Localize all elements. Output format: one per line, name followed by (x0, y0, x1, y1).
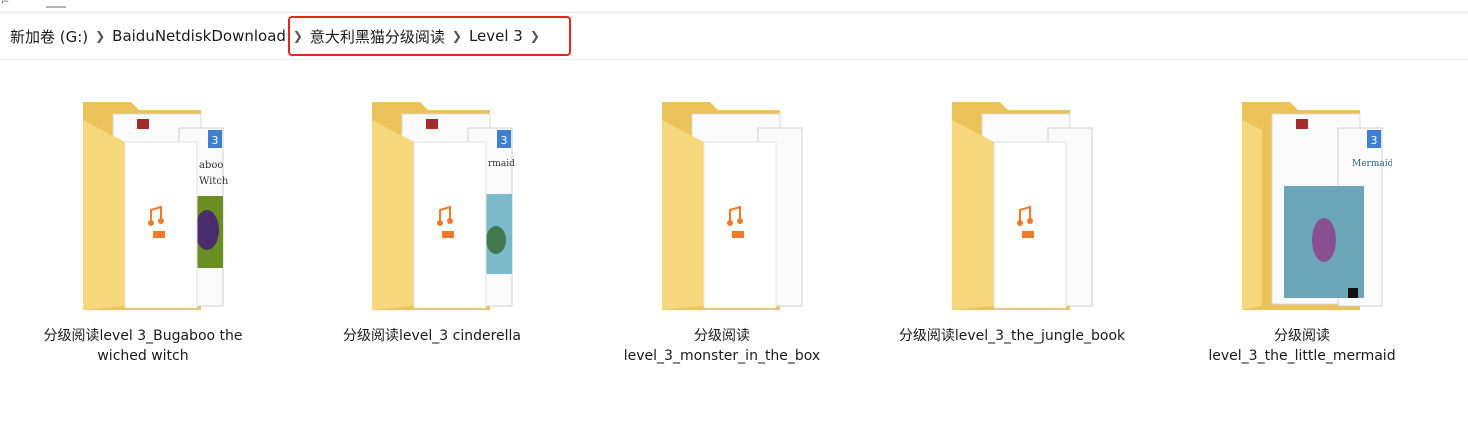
folder-badge: 3 (1371, 134, 1378, 147)
chevron-right-icon[interactable]: ❯ (286, 29, 310, 43)
folder-icon (662, 102, 803, 310)
address-bar[interactable]: 新加卷 (G:) ❯ BaiduNetdiskDownload ❯ 意大利黑猫分… (0, 13, 1468, 60)
svg-text:rmaid: rmaid (488, 159, 515, 169)
window-glyph-right: ⎽⎽ (46, 0, 66, 8)
folder-item[interactable]: 3 rmaid 分级阅读level_3 cinderella (317, 100, 547, 346)
svg-text:Mermaid: Mermaid (1352, 159, 1392, 169)
chevron-right-icon[interactable]: ❯ (523, 29, 547, 43)
chevron-right-icon[interactable]: ❯ (88, 29, 112, 43)
breadcrumb-item-series[interactable]: 意大利黑猫分级阅读 (310, 26, 445, 47)
folder-name[interactable]: 分级阅读level_3_monster_in_the_box (607, 326, 837, 366)
folder-name[interactable]: 分级阅读level_3 cinderella (317, 326, 547, 346)
window-glyph-left: ⌐ (1, 0, 10, 8)
folder-item[interactable]: 分级阅读level_3_monster_in_the_box (607, 100, 837, 366)
folder-icon: 3 rmaid (372, 102, 515, 310)
folder-icon (952, 102, 1093, 310)
folder-name[interactable]: 分级阅读level_3_the_little_mermaid (1187, 326, 1417, 366)
breadcrumb-item-drive[interactable]: 新加卷 (G:) (10, 26, 88, 47)
svg-text:Witch: Witch (199, 176, 229, 187)
breadcrumb-item-baidunetdisk[interactable]: BaiduNetdiskDownload (112, 27, 286, 45)
folder-item[interactable]: 3 Mermaid 分级阅读level_3_the_little_mermaid (1187, 100, 1417, 366)
folder-item[interactable]: 3 aboo Witch 分级阅读level 3_Bugaboo the wic… (28, 100, 258, 366)
folder-badge: 3 (212, 134, 219, 147)
folder-icon: 3 aboo Witch (83, 102, 229, 310)
folder-name[interactable]: 分级阅读level_3_the_jungle_book (897, 326, 1127, 346)
breadcrumb: 新加卷 (G:) ❯ BaiduNetdiskDownload ❯ 意大利黑猫分… (10, 23, 547, 49)
folder-name[interactable]: 分级阅读level 3_Bugaboo the wiched witch (28, 326, 258, 366)
svg-text:aboo: aboo (199, 160, 223, 171)
folder-item[interactable]: 分级阅读level_3_the_jungle_book (897, 100, 1127, 346)
breadcrumb-item-level3[interactable]: Level 3 (469, 27, 523, 45)
chevron-right-icon[interactable]: ❯ (445, 29, 469, 43)
folder-badge: 3 (501, 134, 508, 147)
file-grid: 3 aboo Witch 分级阅读level 3_Bugaboo the wic… (0, 60, 1468, 421)
window-top-strip: ⌐ ⎽⎽ (0, 0, 1468, 13)
folder-icon: 3 Mermaid (1242, 102, 1392, 310)
